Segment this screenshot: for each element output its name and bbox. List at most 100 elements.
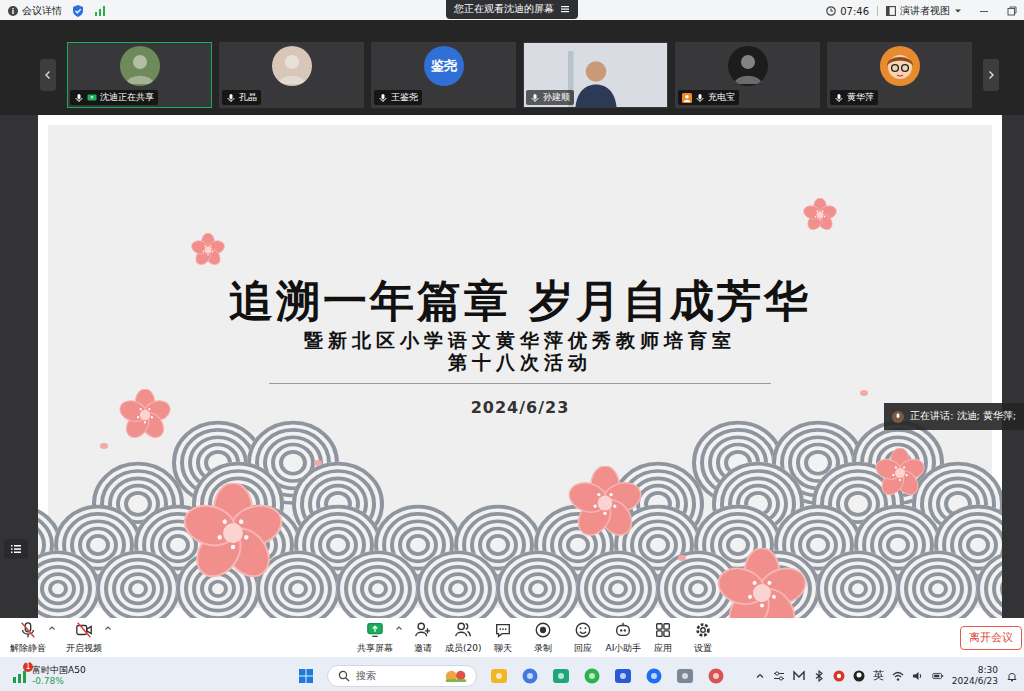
toolbar-button[interactable]: 邀请: [403, 621, 443, 655]
participant-tile[interactable]: 黄华萍: [827, 42, 972, 108]
toolbar-label: AI小助手: [606, 642, 642, 655]
cherry-blossom-icon: [568, 466, 642, 540]
toolbar-button[interactable]: 解除静音: [8, 621, 48, 655]
petal-icon: [678, 555, 686, 561]
stock-widget[interactable]: 1富时中国A50-0.78%: [0, 665, 298, 687]
menu-icon: [560, 4, 570, 14]
volume-icon[interactable]: [912, 670, 924, 682]
info-icon: [8, 6, 18, 16]
chevron-up-icon[interactable]: [755, 671, 765, 681]
participant-avatar: [120, 46, 160, 86]
slide-text: 追溯一年篇章 岁月自成芳华暨新北区小学语文黄华萍优秀教师培育室第十八次活动202…: [38, 115, 1002, 417]
toolbar-button[interactable]: AI小助手: [603, 621, 643, 655]
petal-icon: [314, 460, 322, 466]
mic-icon: [695, 93, 705, 103]
participant-tile[interactable]: 沈迪正在共享: [67, 42, 212, 108]
participant-avatar: 鉴尧: [424, 46, 464, 86]
stock-name: 富时中国A50: [32, 665, 86, 676]
title-bar: 会议详情 您正在观看沈迪的屏幕 07:46 演讲者视图: [0, 0, 1024, 20]
sharing-banner[interactable]: 您正在观看沈迪的屏幕: [446, 0, 578, 19]
toolbar-button[interactable]: 聊天: [483, 621, 523, 655]
taskbar-app-icon[interactable]: [614, 667, 632, 685]
battery-icon[interactable]: [932, 670, 944, 682]
meeting-info-label: 会议详情: [22, 4, 62, 18]
toolbar-button[interactable]: 回应: [563, 621, 603, 655]
toolbar-button[interactable]: 录制: [523, 621, 563, 655]
petal-icon: [100, 443, 108, 449]
taskbar-app-icon[interactable]: [583, 667, 601, 685]
toolbar-label: 共享屏幕: [357, 642, 393, 655]
slide-date: 2024/6/23: [471, 398, 570, 417]
shared-screen-area: 追溯一年篇章 岁月自成芳华暨新北区小学语文黄华萍优秀教师培育室第十八次活动202…: [0, 115, 1024, 618]
chevron-right-icon: [986, 70, 996, 80]
participant-tile[interactable]: 孙建顺: [523, 42, 668, 108]
input-method[interactable]: 英: [873, 668, 884, 683]
participant-label: 沈迪正在共享: [70, 90, 158, 105]
antivirus-icon[interactable]: [833, 670, 845, 682]
toolbar-button[interactable]: 应用: [643, 621, 683, 655]
caret-up-icon[interactable]: [48, 624, 56, 632]
chat-icon: [494, 621, 512, 639]
layout-icon: [886, 6, 896, 16]
toolbar-label: 录制: [534, 642, 552, 655]
participant-tile[interactable]: 充电宝: [675, 42, 820, 108]
clock-date: 2024/6/23: [952, 676, 998, 687]
taskbar-app-icon[interactable]: [645, 667, 663, 685]
meeting-info-button[interactable]: 会议详情: [8, 4, 62, 18]
shield-icon[interactable]: [72, 5, 84, 17]
toolbar-label: 设置: [694, 642, 712, 655]
meeting-window: 会议详情您正在观看沈迪的屏幕07:46演讲者视图沈迪正在共享孔晶鉴尧王鉴尧孙建顺…: [0, 0, 1024, 691]
taskbar-search[interactable]: 搜索: [327, 665, 477, 687]
toolbar-button[interactable]: 共享屏幕: [355, 621, 395, 655]
notification-bell-icon[interactable]: [1006, 670, 1018, 682]
stock-change: -0.78%: [32, 676, 86, 687]
mic-icon: [74, 93, 84, 103]
signal-icon[interactable]: [94, 5, 106, 17]
toolbar-label: 开启视频: [66, 642, 102, 655]
wifi-icon[interactable]: [892, 670, 904, 682]
participant-label: 充电宝: [678, 90, 739, 105]
ai-icon: [614, 621, 632, 639]
mic-icon: [19, 621, 37, 639]
prev-page-button[interactable]: [40, 59, 56, 91]
app-tray-icon[interactable]: [793, 670, 805, 682]
meeting-timer: 07:46: [826, 6, 869, 17]
leave-meeting-button[interactable]: 离开会议: [960, 626, 1022, 650]
participant-name: 王鉴尧: [391, 91, 418, 104]
taskbar-app-icon[interactable]: [521, 667, 539, 685]
side-panel-toggle[interactable]: [4, 539, 28, 559]
cherry-blossom-icon: [183, 483, 283, 583]
toolbar-button[interactable]: 开启视频: [64, 621, 104, 655]
taskbar-app-icon[interactable]: [490, 667, 508, 685]
petal-icon: [860, 390, 868, 396]
toolbar-label: 回应: [574, 642, 592, 655]
sliders-icon[interactable]: [773, 670, 785, 682]
taskbar-app-icon[interactable]: [707, 667, 725, 685]
participant-tile[interactable]: 孔晶: [219, 42, 364, 108]
view-mode-label: 演讲者视图: [900, 4, 950, 18]
chat-app-icon[interactable]: [853, 670, 865, 682]
minimize-icon[interactable]: [978, 5, 990, 17]
taskbar-app-icon[interactable]: [552, 667, 570, 685]
caret-up-icon[interactable]: [104, 624, 112, 632]
toolbar-button[interactable]: 成员(20): [443, 621, 483, 655]
record-icon: [534, 621, 552, 639]
view-mode-dropdown[interactable]: 演讲者视图: [886, 4, 962, 18]
toolbar-button[interactable]: 设置: [683, 621, 723, 655]
meeting-toolbar: 解除静音开启视频 共享屏幕邀请成员(20)聊天录制 回应 AI小助手应用设置 离开会议: [0, 618, 1024, 660]
chevron-left-icon: [43, 70, 53, 80]
presentation-slide: 追溯一年篇章 岁月自成芳华暨新北区小学语文黄华萍优秀教师培育室第十八次活动202…: [38, 115, 1002, 618]
caret-up-icon[interactable]: [395, 624, 403, 632]
taskbar-app-icon[interactable]: [676, 667, 694, 685]
system-tray: 英 8:302024/6/23: [725, 665, 1024, 687]
restore-icon[interactable]: [1006, 5, 1018, 17]
caret-down-icon: [954, 7, 962, 15]
speaker-avatar-icon: [892, 411, 904, 423]
windows-start-icon[interactable]: [298, 668, 314, 684]
slide-title: 追溯一年篇章 岁月自成芳华: [229, 273, 811, 329]
participant-tile[interactable]: 鉴尧王鉴尧: [371, 42, 516, 108]
next-page-button[interactable]: [983, 59, 999, 91]
toolbar-label: 成员(20): [445, 642, 481, 655]
bluetooth-icon[interactable]: [813, 670, 825, 682]
taskbar-clock[interactable]: 8:302024/6/23: [952, 665, 998, 687]
